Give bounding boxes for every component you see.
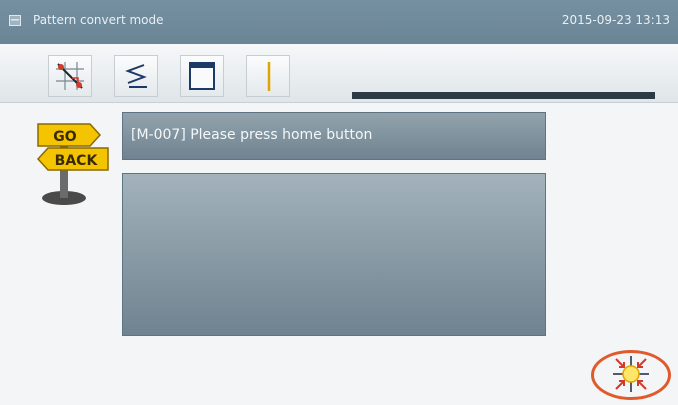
datetime-display: 2015-09-23 13:13 (561, 13, 670, 27)
back-label: BACK (55, 153, 99, 169)
message-bar: [M-007] Please press home button (122, 112, 546, 160)
home-position-icon (613, 356, 649, 392)
message-text: [M-007] Please press home button (131, 127, 373, 143)
window-title: Pattern convert mode (33, 13, 164, 27)
vertical-line-button[interactable] (246, 55, 290, 97)
zigzag-button[interactable] (114, 55, 158, 97)
toolbar (0, 44, 678, 103)
window-frame-icon (189, 62, 215, 90)
pattern-convert-icon (56, 62, 84, 90)
window-icon (9, 15, 21, 26)
zigzag-line-icon (125, 64, 147, 88)
go-label: GO (53, 129, 76, 145)
home-position-button[interactable] (589, 348, 675, 402)
info-panel (122, 173, 546, 336)
pattern-convert-button[interactable] (48, 55, 92, 97)
vertical-line-icon (267, 62, 271, 91)
window-frame-button[interactable] (180, 55, 224, 97)
go-back-button[interactable]: GO BACK (34, 118, 112, 210)
title-bar: Pattern convert mode 2015-09-23 13:13 (0, 0, 678, 44)
progress-bar-fill (352, 92, 655, 99)
progress-bar (352, 92, 655, 99)
